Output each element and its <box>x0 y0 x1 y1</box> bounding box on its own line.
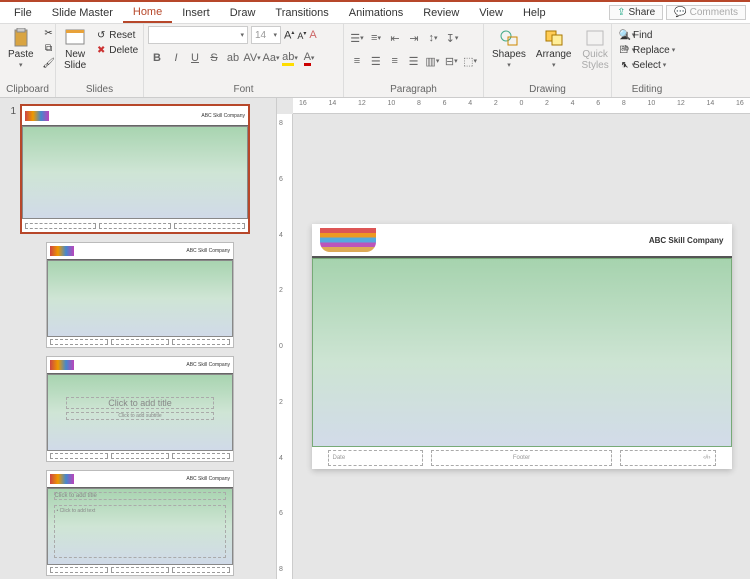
copy-button[interactable]: ⧉ <box>40 41 58 55</box>
ribbon: Paste ▾ ✂ ⧉ 🖌 Clipboard New Slide ↺Reset… <box>0 24 750 98</box>
group-label: Slides <box>60 83 139 97</box>
slide-canvas[interactable]: ABC Skill Company Date Footer ‹#› <box>312 224 732 469</box>
decrease-font-button[interactable]: A▾ <box>297 30 306 41</box>
slide-body[interactable] <box>312 258 732 447</box>
text-direction-button[interactable]: ↧▾ <box>443 29 461 47</box>
new-slide-button[interactable]: New Slide <box>60 26 90 73</box>
logo-icon <box>320 228 376 252</box>
tab-slide-master[interactable]: Slide Master <box>42 4 123 22</box>
bold-button[interactable]: B <box>148 49 166 67</box>
clear-format-button[interactable]: A <box>309 29 316 41</box>
shapes-button[interactable]: Shapes▾ <box>488 26 530 71</box>
group-label: Drawing <box>488 83 607 97</box>
logo-icon <box>50 474 74 484</box>
master-thumbnail[interactable]: ABC Skill Company <box>20 104 250 234</box>
shadow-button[interactable]: ab <box>224 49 242 67</box>
increase-indent-button[interactable]: ⇥ <box>405 29 423 47</box>
arrange-icon <box>544 28 564 48</box>
replace-button[interactable]: ᵃᵇReplace▾ <box>616 43 678 57</box>
layout-thumbnail[interactable]: ABC Skill Company Click to add title Cli… <box>46 356 234 462</box>
tab-transitions[interactable]: Transitions <box>265 4 338 22</box>
footer-placeholder[interactable]: Footer <box>431 450 612 466</box>
layout-thumbnail[interactable]: ABC Skill Company <box>46 242 234 348</box>
justify-button[interactable]: ☰ <box>405 52 423 70</box>
company-label: ABC Skill Company <box>649 236 724 245</box>
tab-draw[interactable]: Draw <box>220 4 266 22</box>
font-color-button[interactable]: A▾ <box>300 49 318 67</box>
group-label: Font <box>148 83 339 97</box>
underline-button[interactable]: U <box>186 49 204 67</box>
group-label: Editing <box>616 83 678 97</box>
horizontal-ruler[interactable]: 1614121086420246810121416 <box>293 98 750 114</box>
tab-view[interactable]: View <box>469 4 513 22</box>
decrease-indent-button[interactable]: ⇤ <box>386 29 404 47</box>
new-slide-icon <box>65 28 85 48</box>
format-painter-button[interactable]: 🖌 <box>40 56 58 70</box>
italic-button[interactable]: I <box>167 49 185 67</box>
replace-icon: ᵃᵇ <box>619 44 631 56</box>
pagenum-placeholder[interactable]: ‹#› <box>620 450 716 466</box>
tab-review[interactable]: Review <box>413 4 469 22</box>
scissors-icon: ✂ <box>43 27 55 39</box>
clipboard-icon <box>11 28 31 48</box>
slide-number: 1 <box>4 104 16 117</box>
vertical-ruler[interactable]: 864202468 <box>277 114 293 579</box>
tab-help[interactable]: Help <box>513 4 556 22</box>
select-button[interactable]: ↖Select▾ <box>616 58 678 72</box>
case-button[interactable]: Aa▾ <box>262 49 280 67</box>
thumbnail-panel: 1 ABC Skill Company ABC Skill Company AB… <box>0 98 277 579</box>
increase-font-button[interactable]: A▴ <box>284 29 294 42</box>
highlight-button[interactable]: ab▾ <box>281 49 299 67</box>
layout-thumbnail[interactable]: ABC Skill Company Click to add title • C… <box>46 470 234 576</box>
align-text-button[interactable]: ⊟▾ <box>442 52 460 70</box>
cut-button[interactable]: ✂ <box>40 26 58 40</box>
font-size-select[interactable]: 14▾ <box>251 26 281 44</box>
group-label: Clipboard <box>4 83 51 97</box>
reset-button[interactable]: ↺Reset <box>92 28 141 42</box>
tab-animations[interactable]: Animations <box>339 4 413 22</box>
paste-button[interactable]: Paste ▾ <box>4 26 38 71</box>
numbering-button[interactable]: ≡▾ <box>367 29 385 47</box>
quick-styles-button[interactable]: Quick Styles <box>578 26 613 73</box>
columns-button[interactable]: ▥▾ <box>423 52 441 70</box>
align-center-button[interactable]: ☰ <box>367 52 385 70</box>
brush-icon: 🖌 <box>43 57 55 69</box>
menu-bar: File Slide Master Home Insert Draw Trans… <box>0 2 750 24</box>
strike-button[interactable]: S <box>205 49 223 67</box>
group-label: Paragraph <box>348 83 479 97</box>
reset-icon: ↺ <box>95 29 107 41</box>
tab-insert[interactable]: Insert <box>172 4 220 22</box>
font-family-select[interactable]: ▾ <box>148 26 248 44</box>
tab-home[interactable]: Home <box>123 3 172 23</box>
comments-button[interactable]: 💬Comments <box>666 5 746 20</box>
logo-icon <box>25 111 49 121</box>
date-placeholder[interactable]: Date <box>328 450 424 466</box>
bullets-button[interactable]: ☰▾ <box>348 29 366 47</box>
styles-icon <box>585 28 605 48</box>
search-icon: 🔍 <box>619 29 631 41</box>
logo-icon <box>50 246 74 256</box>
spacing-button[interactable]: AV▾ <box>243 49 261 67</box>
arrange-button[interactable]: Arrange▾ <box>532 26 576 71</box>
shapes-icon <box>499 28 519 48</box>
find-button[interactable]: 🔍Find <box>616 28 678 42</box>
logo-icon <box>50 360 74 370</box>
align-right-button[interactable]: ≡ <box>386 52 404 70</box>
align-left-button[interactable]: ≡ <box>348 52 366 70</box>
line-spacing-button[interactable]: ↕▾ <box>424 29 442 47</box>
smartart-button[interactable]: ⬚▾ <box>461 52 479 70</box>
copy-icon: ⧉ <box>43 42 55 54</box>
delete-icon: ✖ <box>95 44 107 56</box>
editor-area: 1614121086420246810121416 864202468 ABC … <box>277 98 750 579</box>
tab-file[interactable]: File <box>4 4 42 22</box>
share-button[interactable]: ⇪Share <box>609 5 663 20</box>
delete-button[interactable]: ✖Delete <box>92 43 141 57</box>
cursor-icon: ↖ <box>619 59 631 71</box>
